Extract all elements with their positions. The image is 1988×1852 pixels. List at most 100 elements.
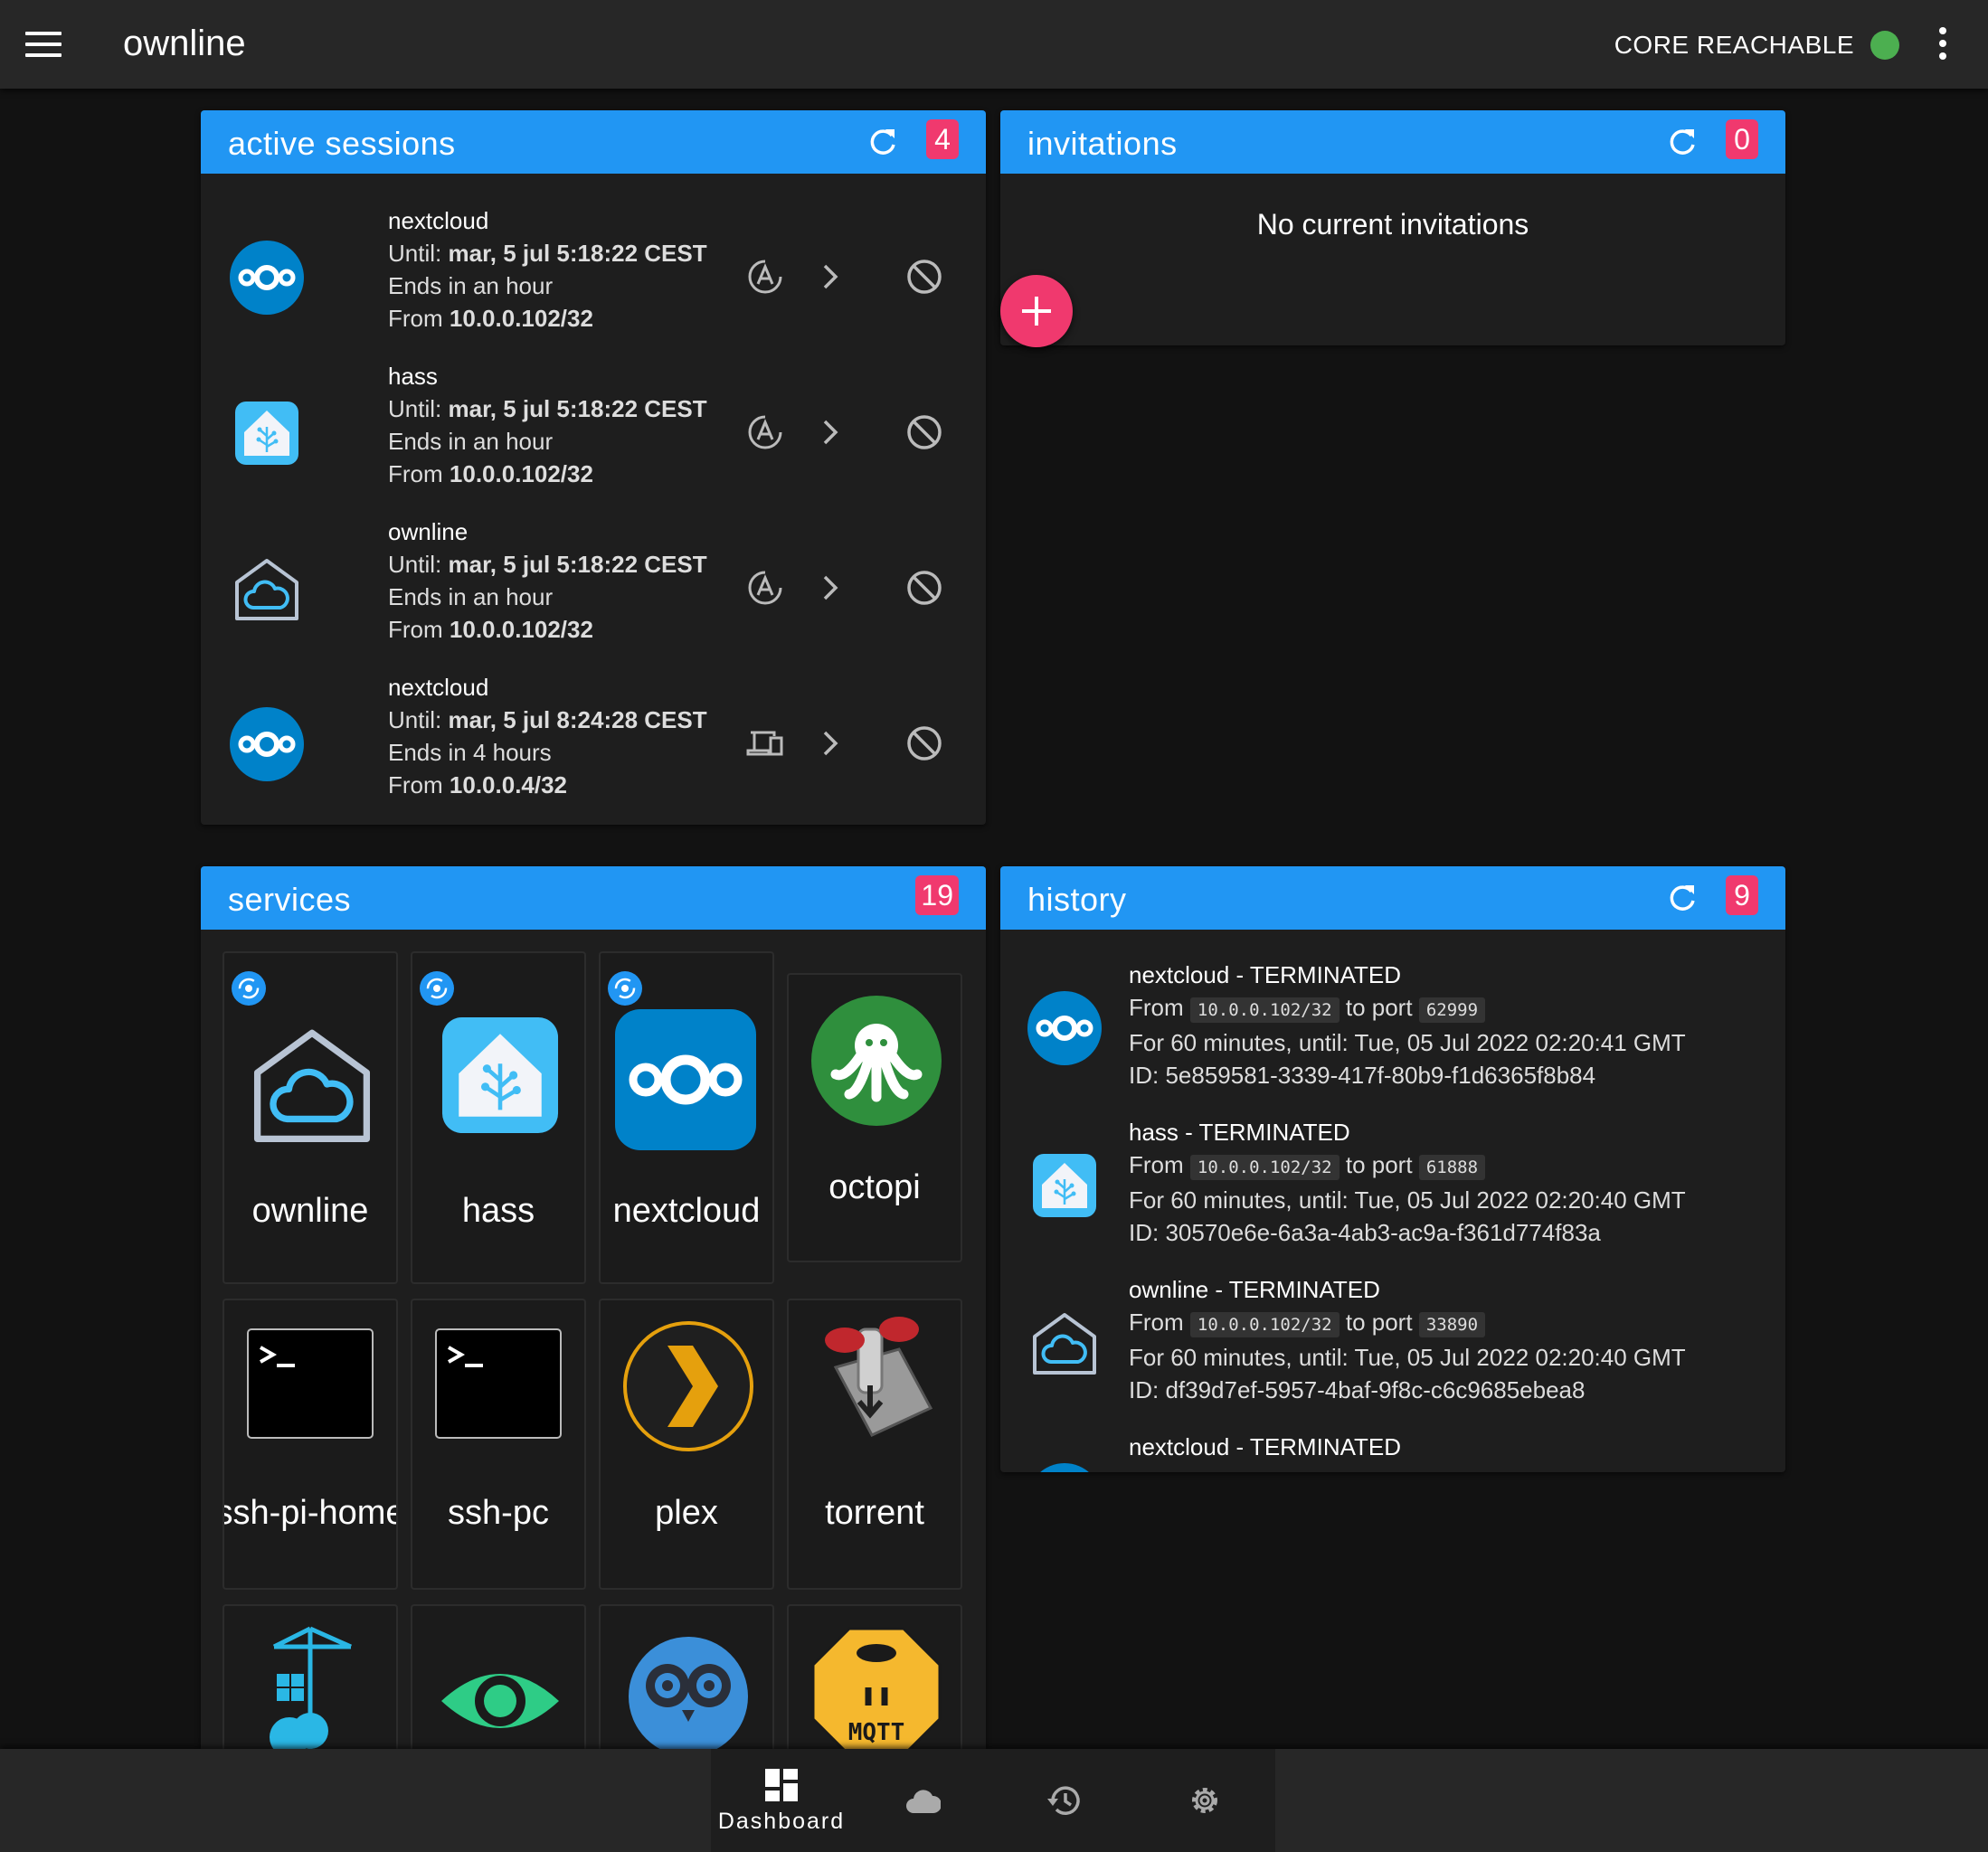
session-from: 10.0.0.102/32	[449, 305, 593, 332]
nav-cloud[interactable]	[852, 1749, 993, 1852]
history-duration: For 60 minutes, until: Tue, 05 Jul 2022 …	[1129, 1029, 1686, 1056]
history-port: 62999	[1418, 997, 1486, 1023]
nav-label: Dashboard	[717, 1809, 846, 1834]
auto-icon[interactable]	[745, 568, 785, 608]
session-from: 10.0.0.102/32	[449, 460, 593, 487]
service-tile-ssh-pi-home[interactable]: ssh-pi-home	[222, 1299, 398, 1590]
service-tile-ownline[interactable]: ownline	[222, 951, 398, 1284]
nav-settings[interactable]	[1134, 1749, 1275, 1852]
session-ends: Ends in an hour	[388, 428, 554, 455]
service-tile-mqtt[interactable]: MQTT	[787, 1604, 962, 1749]
services-header: services 19	[201, 866, 986, 930]
history-port: 61888	[1418, 1155, 1486, 1180]
session-item: ownline Until: mar, 5 jul 5:18:22 CEST E…	[201, 505, 986, 660]
refresh-icon[interactable]	[866, 126, 899, 158]
service-tile-owl[interactable]	[599, 1604, 774, 1749]
count-badge: 9	[1726, 875, 1758, 915]
service-label: ownline	[251, 1192, 369, 1230]
session-from: 10.0.0.102/32	[449, 616, 593, 643]
terminal-icon	[435, 1328, 562, 1439]
add-invitation-button[interactable]	[1000, 275, 1073, 347]
service-tile-nextcloud[interactable]: nextcloud	[599, 951, 774, 1284]
mqtt-logo-text: MQTT	[848, 1719, 905, 1746]
chevron-right-icon[interactable]	[810, 257, 850, 297]
until-label: Until:	[388, 551, 442, 578]
from-label: From	[1129, 1151, 1184, 1178]
port-label: to port	[1345, 994, 1413, 1021]
nav-history[interactable]	[993, 1749, 1134, 1852]
empty-invitations-text: No current invitations	[1256, 208, 1529, 241]
history-item: nextcloud - TERMINATED From 10.0.0.102/3…	[1000, 950, 1784, 1107]
history-icon	[1047, 1786, 1080, 1815]
count-badge: 0	[1726, 119, 1758, 159]
session-until: mar, 5 jul 5:18:22 CEST	[448, 395, 707, 422]
service-tile-registry[interactable]	[222, 1604, 398, 1749]
port-label: to port	[1345, 1309, 1413, 1336]
service-tile-ssh-pc[interactable]: ssh-pc	[411, 1299, 586, 1590]
until-label: Until:	[388, 395, 442, 422]
from-label: From	[388, 305, 443, 332]
auto-icon[interactable]	[745, 412, 785, 452]
block-icon[interactable]	[904, 257, 944, 297]
session-until: mar, 5 jul 8:24:28 CEST	[448, 706, 707, 733]
owl-icon	[629, 1637, 748, 1749]
ownline-icon	[1027, 1306, 1102, 1380]
refresh-icon[interactable]	[1666, 126, 1699, 158]
block-icon[interactable]	[904, 723, 944, 763]
nav-dashboard[interactable]: Dashboard	[711, 1749, 852, 1852]
nextcloud-icon	[615, 1009, 756, 1150]
service-label: plex	[655, 1494, 718, 1532]
history-card: history 9 nextcloud - TERMINATED From 10…	[1000, 866, 1785, 1472]
from-label: From	[388, 460, 443, 487]
history-duration: For 60 minutes, until: Tue, 05 Jul 2022 …	[1129, 1344, 1686, 1371]
chevron-right-icon[interactable]	[810, 723, 850, 763]
port-label: to port	[1345, 1151, 1413, 1178]
block-icon[interactable]	[904, 412, 944, 452]
menu-icon[interactable]	[25, 32, 62, 59]
from-label: From	[388, 616, 443, 643]
session-ends: Ends in an hour	[388, 272, 554, 299]
app-bar: ownline CORE REACHABLE	[0, 0, 1988, 89]
history-item: nextcloud - TERMINATED	[1000, 1422, 1784, 1472]
eye-icon	[441, 1674, 559, 1728]
service-tile-hass[interactable]: hass	[411, 951, 586, 1284]
history-id: ID: df39d7ef-5957-4baf-9f8c-c6c9685ebea8	[1129, 1376, 1586, 1403]
card-title: active sessions	[228, 125, 456, 162]
nextcloud-icon	[1027, 991, 1102, 1065]
card-title: history	[1027, 881, 1127, 918]
service-tile-eye[interactable]	[411, 1604, 586, 1749]
gear-icon	[1192, 1788, 1217, 1813]
history-ip: 10.0.0.102/32	[1189, 1312, 1340, 1337]
history-item: ownline - TERMINATED From 10.0.0.102/32 …	[1000, 1264, 1784, 1422]
session-name: hass	[388, 363, 438, 390]
auto-icon[interactable]	[745, 257, 785, 297]
sync-icon	[232, 971, 266, 1006]
sync-icon	[420, 971, 454, 1006]
session-name: ownline	[388, 518, 469, 545]
devices-icon[interactable]	[745, 723, 785, 763]
history-name: nextcloud - TERMINATED	[1129, 961, 1402, 988]
sync-icon	[608, 971, 642, 1006]
service-tile-plex[interactable]: plex	[599, 1299, 774, 1590]
home-assistant-icon	[432, 1007, 568, 1143]
history-ip: 10.0.0.102/32	[1189, 1155, 1340, 1180]
session-item: hass Until: mar, 5 jul 5:18:22 CEST Ends…	[201, 349, 986, 505]
service-tile-torrent[interactable]: torrent	[787, 1299, 962, 1590]
transmission-icon	[825, 1317, 933, 1437]
service-tile-octopi[interactable]: octopi	[787, 973, 962, 1262]
refresh-icon[interactable]	[1666, 882, 1699, 914]
cloud-icon	[906, 1790, 941, 1813]
history-id: ID: 30570e6e-6a3a-4ab3-ac9a-f361d774f83a	[1129, 1219, 1601, 1246]
service-label: octopi	[828, 1168, 921, 1206]
history-duration: For 60 minutes, until: Tue, 05 Jul 2022 …	[1129, 1186, 1686, 1214]
mqtt-icon: MQTT	[811, 1627, 942, 1749]
nextcloud-icon	[230, 707, 304, 781]
services-card: services 19 ownline hass nextcloud octop…	[201, 866, 986, 1749]
more-options-icon[interactable]	[1939, 27, 1948, 63]
chevron-right-icon[interactable]	[810, 568, 850, 608]
card-title: services	[228, 881, 352, 918]
block-icon[interactable]	[904, 568, 944, 608]
session-until: mar, 5 jul 5:18:22 CEST	[448, 240, 707, 267]
service-label: ssh-pc	[448, 1494, 549, 1532]
chevron-right-icon[interactable]	[810, 412, 850, 452]
